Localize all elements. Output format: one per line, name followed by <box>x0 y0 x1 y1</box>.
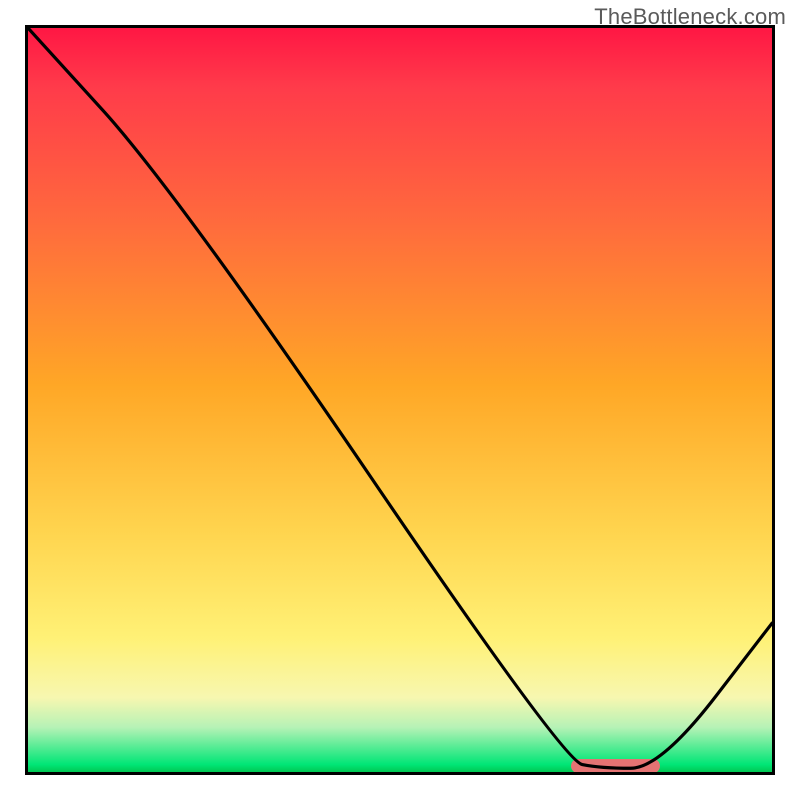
chart-frame <box>25 25 775 775</box>
bottleneck-curve <box>28 28 772 772</box>
